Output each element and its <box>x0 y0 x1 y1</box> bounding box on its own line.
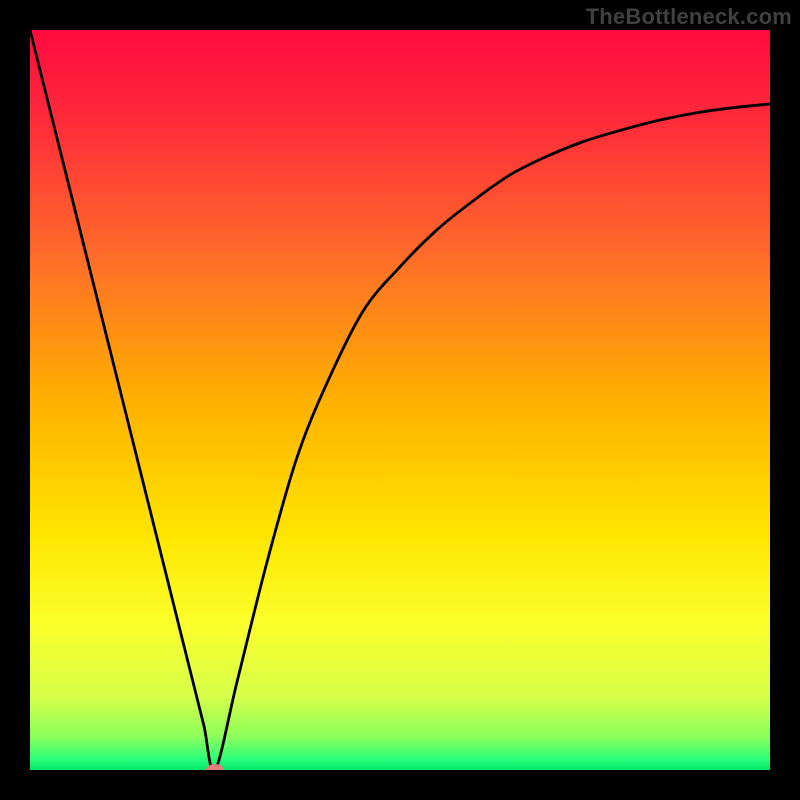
chart-svg <box>30 30 770 770</box>
watermark-label: TheBottleneck.com <box>586 4 792 30</box>
chart-plot-area <box>30 30 770 770</box>
chart-background-gradient <box>30 30 770 770</box>
chart-outer-frame: TheBottleneck.com <box>0 0 800 800</box>
